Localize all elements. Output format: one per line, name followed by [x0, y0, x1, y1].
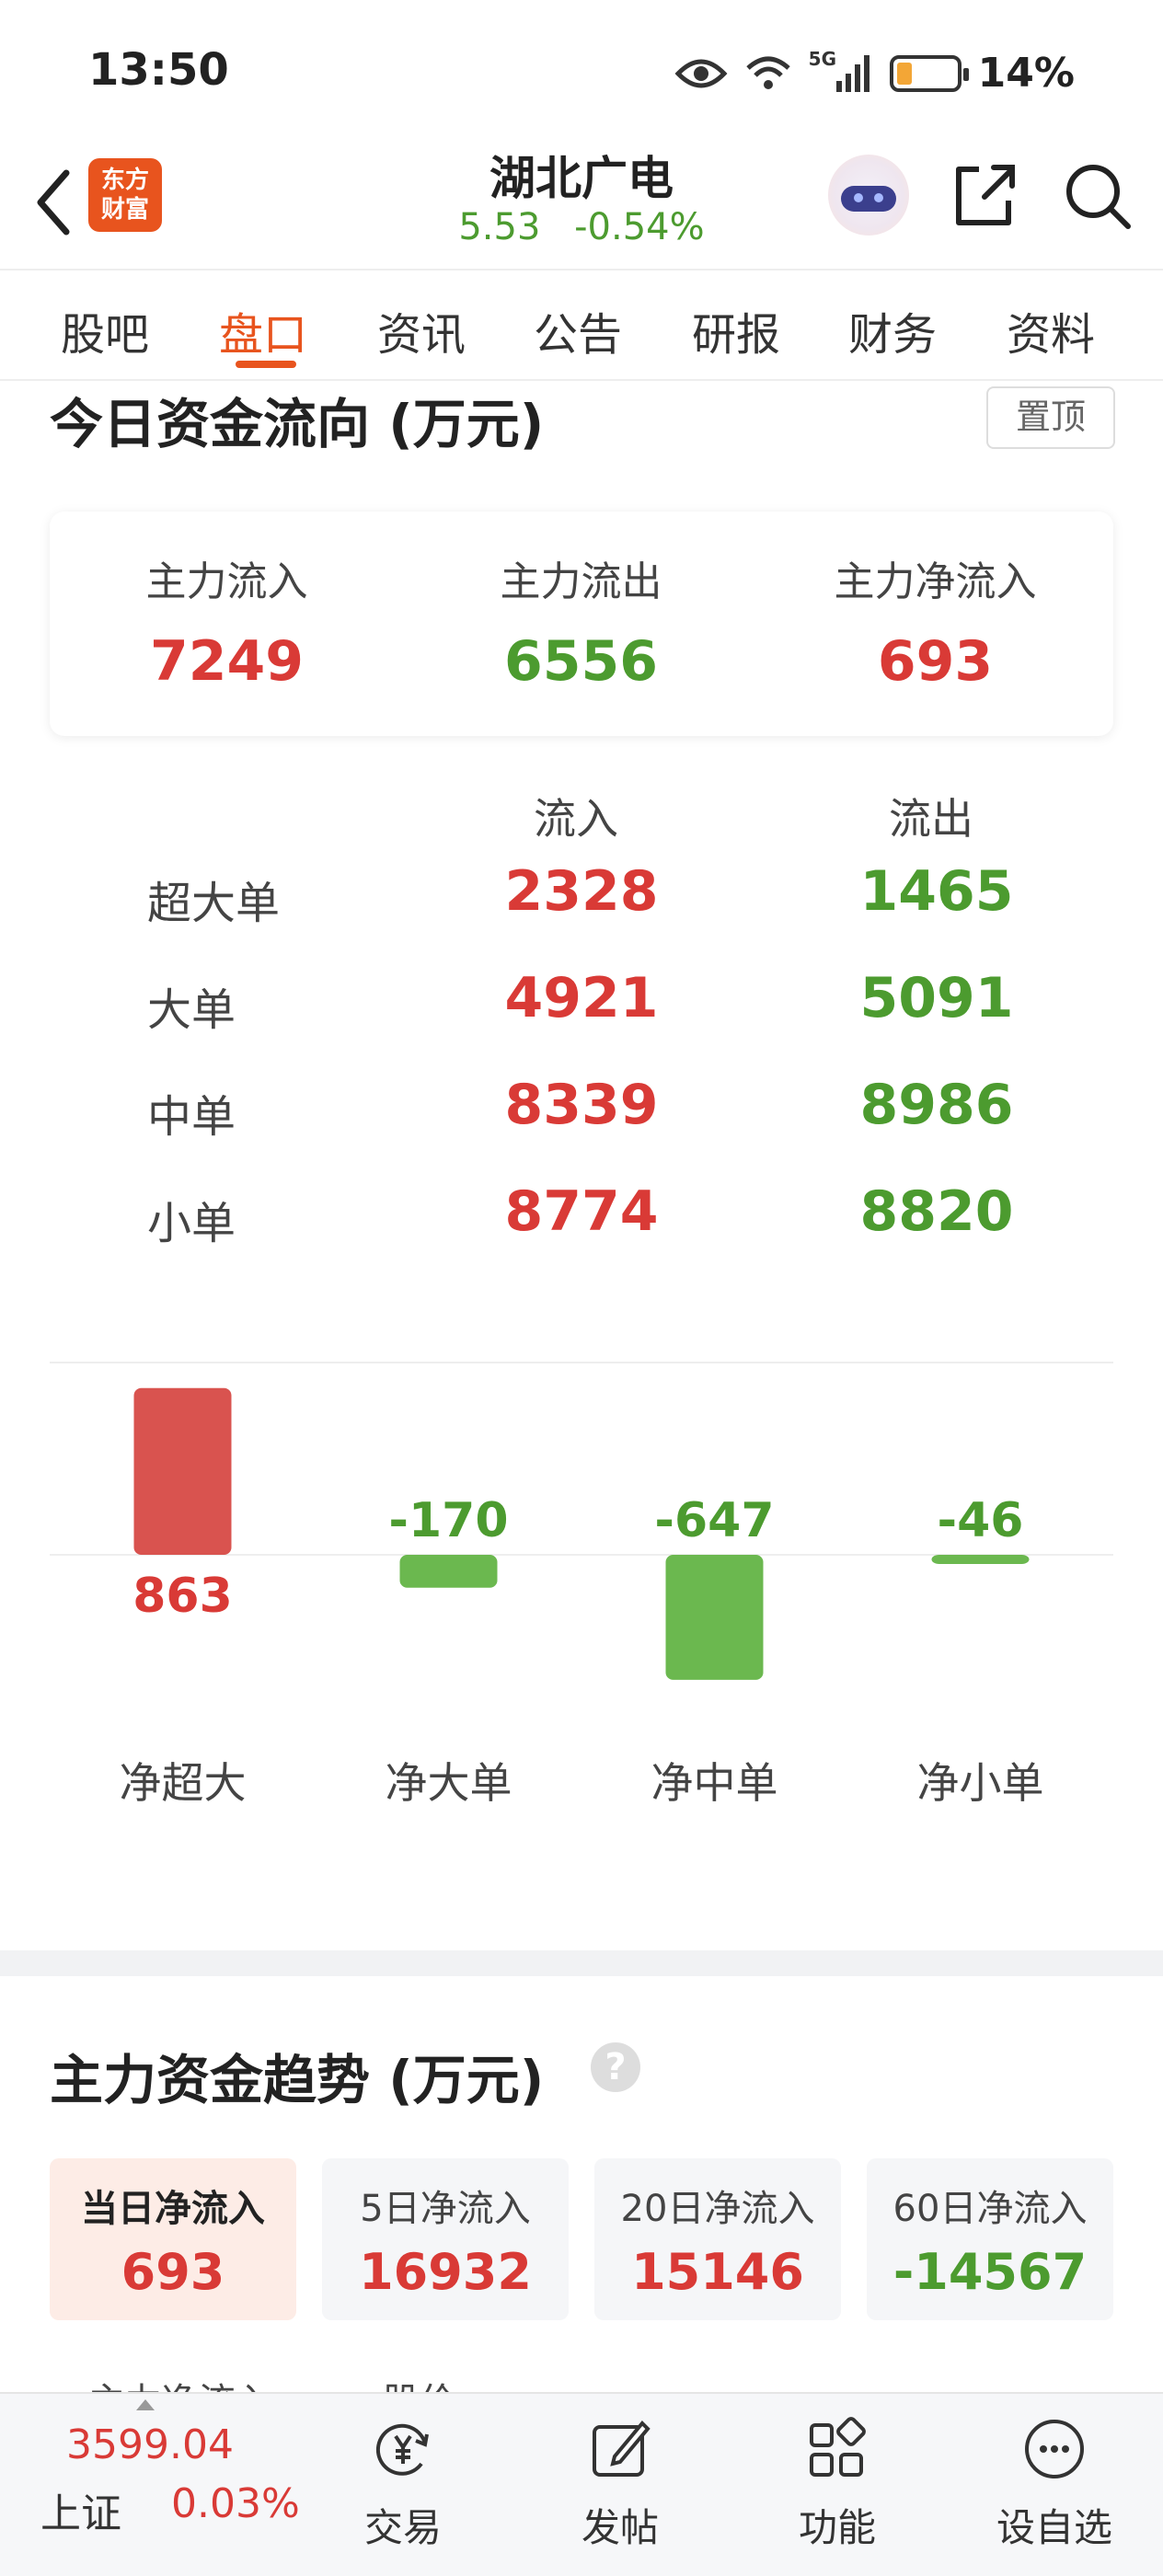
fund-flow-card: 今日资金流向 (万元) 置顶 主力流入 7249 主力流出 6556 主力净流入…: [0, 381, 1163, 1950]
stock-price: 5.53: [458, 206, 541, 248]
chart-category-label-0: 净超大: [120, 1758, 247, 1808]
tab-research[interactable]: 研报: [692, 298, 780, 362]
signal-icon: 5G: [809, 48, 873, 94]
chart-value-label-1: -170: [388, 1493, 508, 1548]
column-header-outflow: 流出: [889, 794, 973, 844]
divider: [50, 1362, 1113, 1363]
index-name[interactable]: 上证: [40, 2480, 121, 2539]
pin-top-button[interactable]: 置顶: [986, 386, 1115, 449]
edit-post-icon: [593, 2421, 651, 2477]
chart-category-label-1: 净大单: [386, 1758, 512, 1808]
active-tab-indicator: [236, 361, 296, 368]
nav-label: 发帖: [581, 2505, 659, 2550]
inflow-large: 4921: [504, 966, 659, 1030]
row-label-small: 小单: [147, 1198, 236, 1249]
summary-value: 6556: [504, 629, 658, 694]
summary-label: 主力流出: [500, 558, 662, 605]
stock-header: 东方财富 湖北广电 5.53 -0.54%: [0, 138, 1163, 269]
tab-guba[interactable]: 股吧: [61, 298, 149, 362]
chart-category-label-3: 净小单: [917, 1758, 1044, 1808]
main-outflow-summary: 主力流出 6556: [404, 548, 758, 694]
search-icon[interactable]: [1060, 158, 1134, 232]
tab-announcements[interactable]: 公告: [534, 298, 622, 362]
chart-category-label-2: 净中单: [651, 1758, 778, 1808]
index-value[interactable]: 3599.04: [66, 2421, 234, 2468]
period-today[interactable]: 当日净流入 693: [50, 2158, 296, 2320]
period-label: 当日净流入: [81, 2188, 265, 2230]
nav-add-watchlist[interactable]: 设自选: [981, 2416, 1128, 2553]
nav-label: 设自选: [996, 2505, 1112, 2550]
row-label-large: 大单: [147, 984, 236, 1036]
chart-value-label-2: -647: [654, 1493, 774, 1548]
nav-post[interactable]: 发帖: [547, 2416, 694, 2553]
period-value: 15146: [631, 2243, 804, 2301]
outflow-small: 8820: [859, 1179, 1014, 1244]
row-label-super-large: 超大单: [147, 878, 281, 929]
battery-icon: [889, 54, 969, 92]
question-icon[interactable]: ?: [591, 2042, 640, 2092]
tab-bar: 股吧 盘口 资讯 公告 研报 财务 资料: [0, 269, 1163, 381]
tab-profile[interactable]: 资料: [1007, 298, 1095, 362]
fund-flow-title: 今日资金流向 (万元): [50, 393, 545, 455]
period-value: 16932: [359, 2243, 532, 2301]
chart-bar-2: [665, 1555, 764, 1680]
assistant-avatar-icon[interactable]: [828, 155, 909, 236]
period-20d[interactable]: 20日净流入 15146: [594, 2158, 841, 2320]
tab-news[interactable]: 资讯: [377, 298, 466, 362]
stock-name: 湖北广电: [489, 152, 674, 205]
chart-bar-3: [931, 1555, 1030, 1564]
app-logo[interactable]: 东方财富: [88, 158, 162, 232]
wifi-icon: [745, 56, 790, 89]
fund-flow-summary: 主力流入 7249 主力流出 6556 主力净流入 693: [50, 512, 1113, 736]
summary-label: 主力流入: [145, 558, 308, 605]
net-flow-bar-chart: 863 净超大 -170 净大单 -647 净中单 -46 净小单: [50, 1387, 1113, 1808]
fund-trend-title: 主力资金趋势 (万元): [50, 2049, 545, 2111]
status-icons: 5G 14%: [674, 48, 1075, 97]
bottom-nav-bar: 3599.04 上证 0.03% 交易 发帖 功能 设自选: [0, 2392, 1163, 2576]
period-5d[interactable]: 5日净流入 16932: [322, 2158, 569, 2320]
nav-trade[interactable]: 交易: [329, 2416, 477, 2553]
more-dots-icon: [1025, 2420, 1084, 2478]
inflow-medium: 8339: [504, 1073, 659, 1137]
tab-finance[interactable]: 财务: [848, 298, 937, 362]
column-header-inflow: 流入: [534, 794, 618, 844]
nav-label: 交易: [363, 2505, 442, 2550]
inflow-small: 8774: [504, 1179, 659, 1244]
status-bar: 13:50 5G 14%: [0, 0, 1163, 138]
eye-icon: [674, 59, 728, 87]
period-label: 60日净流入: [892, 2188, 1088, 2230]
summary-label: 主力净流入: [834, 558, 1037, 605]
status-time: 13:50: [88, 44, 229, 96]
outflow-medium: 8986: [859, 1073, 1014, 1137]
chart-bar-0: [133, 1387, 232, 1555]
caret-up-icon[interactable]: [136, 2399, 155, 2410]
nav-label: 功能: [798, 2505, 876, 2550]
outflow-super-large: 1465: [859, 859, 1014, 924]
period-value: -14567: [892, 2243, 1088, 2301]
trade-yuan-icon: [375, 2423, 429, 2476]
apps-grid-icon: [810, 2417, 866, 2477]
period-60d[interactable]: 60日净流入 -14567: [867, 2158, 1113, 2320]
period-label: 20日净流入: [620, 2188, 815, 2230]
period-value: 693: [121, 2243, 225, 2301]
main-net-inflow-summary: 主力净流入 693: [758, 548, 1112, 694]
chart-value-label-0: 863: [132, 1569, 233, 1624]
summary-value: 693: [877, 629, 994, 694]
share-icon[interactable]: [948, 158, 1021, 232]
chart-value-label-3: -46: [938, 1493, 1024, 1548]
back-arrow-icon[interactable]: [28, 166, 83, 239]
inflow-super-large: 2328: [504, 859, 659, 924]
period-label: 5日净流入: [360, 2188, 531, 2230]
stock-change: -0.54%: [574, 206, 705, 248]
battery-level: 14%: [977, 50, 1075, 97]
chart-bar-1: [399, 1555, 498, 1588]
main-inflow-summary: 主力流入 7249: [50, 548, 404, 694]
nav-functions[interactable]: 功能: [764, 2416, 911, 2553]
tab-pankou[interactable]: 盘口: [219, 298, 307, 362]
outflow-large: 5091: [859, 966, 1014, 1030]
index-change[interactable]: 0.03%: [171, 2480, 300, 2527]
summary-value: 7249: [150, 629, 304, 694]
row-label-medium: 中单: [147, 1091, 236, 1143]
stock-quote: 5.53 -0.54%: [397, 206, 766, 248]
